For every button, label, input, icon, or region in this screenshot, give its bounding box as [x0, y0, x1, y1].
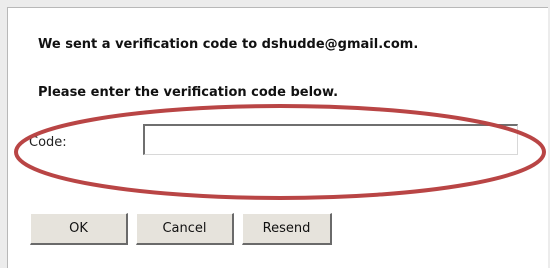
- cancel-button[interactable]: Cancel: [136, 213, 234, 245]
- code-label: Code:: [29, 135, 67, 150]
- ok-button[interactable]: OK: [30, 213, 128, 245]
- sent-code-message: We sent a verification code to dshudde@g…: [38, 37, 419, 52]
- enter-code-instruction: Please enter the verification code below…: [38, 85, 339, 100]
- resend-button[interactable]: Resend: [242, 213, 332, 245]
- code-input[interactable]: [143, 124, 518, 155]
